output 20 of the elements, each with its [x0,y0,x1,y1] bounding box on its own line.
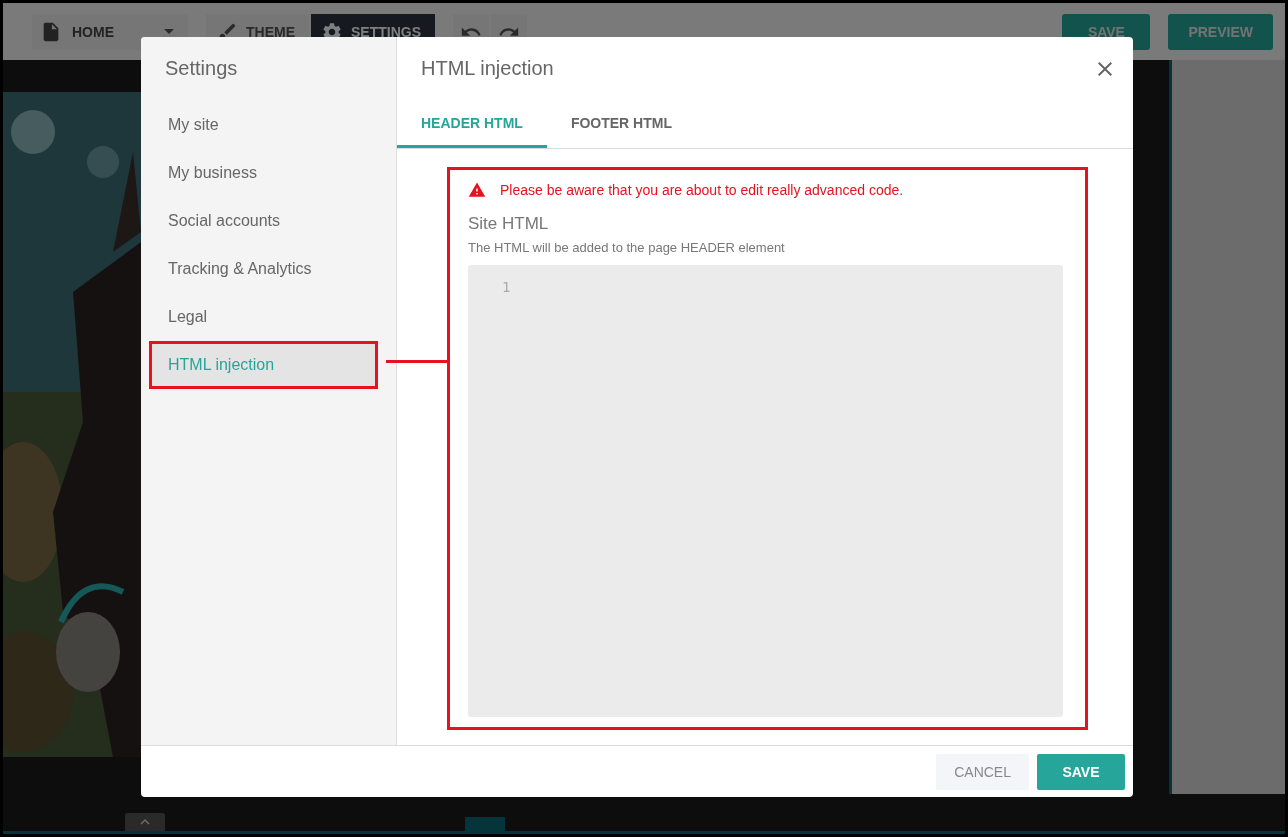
warning-text: Please be aware that you are about to edit really advanced code. [500,182,904,198]
tab[interactable]: FOOTER HTML [546,101,696,148]
page-select[interactable]: HOME [32,13,188,50]
save-button[interactable]: SAVE [1037,753,1125,790]
sidebar-title: Settings [164,57,239,81]
warning-icon [468,181,486,199]
line-number: 1 [502,279,512,295]
tab[interactable]: HEADER HTML [397,101,547,148]
code-editor[interactable]: 1 [468,265,1063,717]
preview-button[interactable]: PREVIEW [1168,13,1273,50]
sidebar-item[interactable]: My business [149,149,388,197]
cancel-button[interactable]: CANCEL [936,753,1029,790]
sidebar-item[interactable]: Tracking & Analytics [149,245,388,293]
sidebar-item[interactable]: Social accounts [149,197,388,245]
dialog-title: HTML injection [421,57,554,80]
sidebar-item[interactable]: HTML injection [149,341,378,389]
sidebar-item[interactable]: My site [149,101,388,149]
field-label: Site HTML [468,214,550,234]
field-hint: The HTML will be added to the page HEADER element [468,240,786,255]
sidebar-item[interactable]: Legal [149,293,388,341]
